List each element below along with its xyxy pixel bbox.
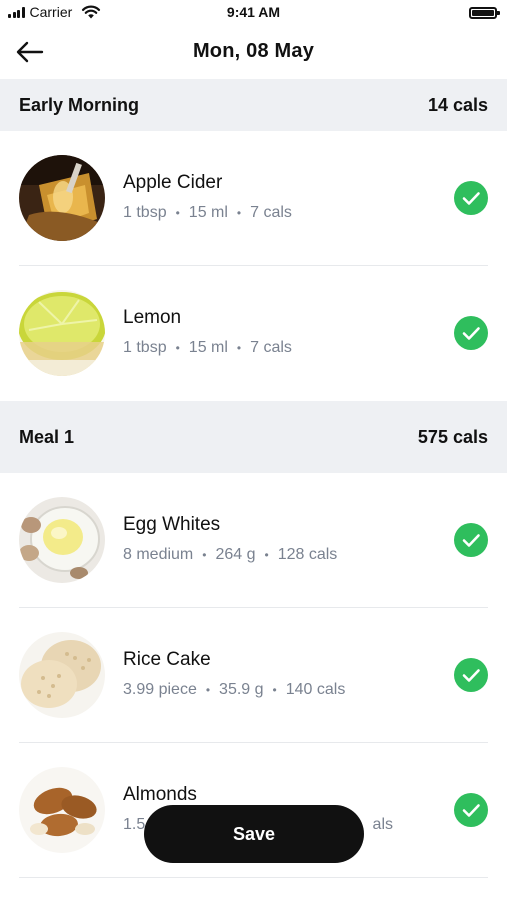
separator-dot: • xyxy=(175,206,180,220)
section-header-meal-1: Meal 1 575 cals xyxy=(0,401,507,473)
lemon-image xyxy=(19,290,105,376)
food-name: Almonds xyxy=(123,784,197,805)
food-weight: 15 ml xyxy=(188,339,228,356)
food-row-egg-whites[interactable]: Egg Whites 8 medium • 264 g • 128 cals xyxy=(19,473,488,608)
food-qty: 1 tbsp xyxy=(123,204,167,221)
food-qty: 1 tbsp xyxy=(123,339,167,356)
screen: Carrier 9:41 AM Mon, 08 May Early Mornin… xyxy=(0,0,507,900)
separator-dot: • xyxy=(264,548,269,562)
separator-dot: • xyxy=(205,683,211,697)
check-icon[interactable] xyxy=(454,523,488,557)
separator-dot: • xyxy=(175,341,180,355)
food-name: Egg Whites xyxy=(123,514,221,535)
food-meta: 1 tbsp • 15 ml • 7 cals xyxy=(123,339,292,357)
separator-dot: • xyxy=(236,206,242,220)
food-row-rice-cake[interactable]: Rice Cake 3.99 piece • 35.9 g • 140 cals xyxy=(19,608,488,743)
meal-list: Early Morning 14 cals Apple Cider 1 tbsp… xyxy=(0,79,507,878)
status-bar: Carrier 9:41 AM xyxy=(0,0,507,26)
food-meta: 3.99 piece • 35.9 g • 140 cals xyxy=(123,681,345,699)
food-cals: 140 cals xyxy=(285,681,346,698)
section-name: Meal 1 xyxy=(19,426,75,447)
almonds-image xyxy=(19,767,105,853)
section-cals: 575 cals xyxy=(417,426,488,447)
food-weight: 35.9 g xyxy=(219,681,264,698)
food-qty: 1.5 xyxy=(123,816,146,833)
header: Mon, 08 May xyxy=(0,26,507,78)
page-title: Mon, 08 May xyxy=(192,40,315,62)
check-icon[interactable] xyxy=(454,658,488,692)
food-meta: 8 medium • 264 g • 128 cals xyxy=(123,546,337,564)
section-header-early-morning: Early Morning 14 cals xyxy=(0,79,507,131)
food-name: Lemon xyxy=(123,307,182,328)
food-cals: 7 cals xyxy=(250,204,292,221)
food-cals: als xyxy=(372,816,393,833)
status-time: 9:41 AM xyxy=(226,4,281,20)
food-meta: 1 tbsp • 15 ml • 7 cals xyxy=(123,204,292,222)
separator-dot: • xyxy=(236,341,242,355)
save-button[interactable]: Save xyxy=(144,805,364,863)
check-icon[interactable] xyxy=(454,316,488,350)
separator-dot: • xyxy=(272,683,277,697)
battery-icon xyxy=(469,7,500,19)
food-cals: 128 cals xyxy=(277,546,338,563)
food-weight: 15 ml xyxy=(188,204,228,221)
food-row-apple-cider[interactable]: Apple Cider 1 tbsp • 15 ml • 7 cals xyxy=(19,131,488,266)
food-qty: 8 medium xyxy=(123,546,194,563)
food-weight: 264 g xyxy=(215,546,256,563)
food-qty: 3.99 piece xyxy=(123,681,197,698)
food-cals: 7 cals xyxy=(250,339,292,356)
food-name: Rice Cake xyxy=(123,649,211,670)
egg-whites-image xyxy=(19,497,105,583)
apple-cider-image xyxy=(19,155,105,241)
food-name: Apple Cider xyxy=(123,172,223,193)
food-row-lemon[interactable]: Lemon 1 tbsp • 15 ml • 7 cals xyxy=(19,266,488,401)
section-name: Early Morning xyxy=(19,94,140,115)
rice-cake-image xyxy=(19,632,105,718)
separator-dot: • xyxy=(202,548,207,562)
check-icon[interactable] xyxy=(454,793,488,827)
check-icon[interactable] xyxy=(454,181,488,215)
section-cals: 14 cals xyxy=(427,94,488,115)
